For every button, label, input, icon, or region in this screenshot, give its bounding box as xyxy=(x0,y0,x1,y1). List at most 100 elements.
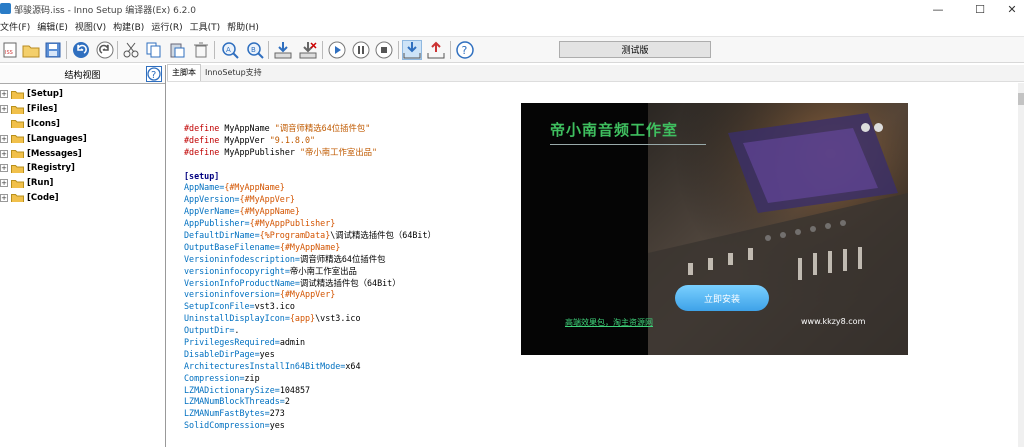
code-line: DisableDirPage=yes xyxy=(184,349,436,361)
directive-key: LZMANumBlockThreads= xyxy=(184,396,285,407)
directive-key: AppName= xyxy=(184,182,225,193)
structure-title: 结构视图 xyxy=(64,70,101,81)
folder-icon xyxy=(11,194,24,203)
stop-compile-icon[interactable] xyxy=(298,40,318,60)
download-icon[interactable] xyxy=(402,40,422,60)
preview-title: 帝小南音频工作室 xyxy=(550,121,679,139)
redo-icon[interactable] xyxy=(95,40,115,60)
define-keyword: #define xyxy=(184,134,220,145)
directive-key: LZMANumFastBytes= xyxy=(184,408,270,419)
title-bar: 邹骏源码.iss - Inno Setup 编译器(Ex) 6.2.0 — ☐ … xyxy=(0,0,1024,18)
directive-value: admin xyxy=(279,337,306,348)
menu-file[interactable]: 文件(F) xyxy=(0,20,34,33)
tree-item[interactable]: + [Code] xyxy=(0,191,165,206)
tree-item[interactable]: [Icons] xyxy=(0,117,165,132)
tree-item-label: [Icons] xyxy=(27,118,60,129)
expand-icon[interactable]: + xyxy=(0,179,8,188)
directive-constant: {app} xyxy=(289,313,316,324)
minimize-button[interactable]: — xyxy=(921,0,955,18)
stop-icon[interactable] xyxy=(374,40,394,60)
expand-icon[interactable]: + xyxy=(0,149,8,158)
test-version-button[interactable]: 测试版 xyxy=(559,41,711,58)
structure-panel: 结构视图 ? + [Setup] + [Files] [Icons] + [Language… xyxy=(0,65,166,447)
directive-value: 调试精选插件包（64Bit） xyxy=(299,277,401,288)
directive-value: . xyxy=(234,325,240,336)
menu-help[interactable]: 帮助(H) xyxy=(224,20,263,33)
tree-item[interactable]: + [Messages] xyxy=(0,146,165,161)
code-line: versioninfocopyright=帝小南工作室出品 xyxy=(184,266,436,278)
directive-value: 2 xyxy=(284,396,290,407)
save-icon[interactable] xyxy=(43,40,63,60)
directive-key: SetupIconFile= xyxy=(184,301,255,312)
preview-window-controls xyxy=(861,123,883,132)
code-line: LZMANumBlockThreads=2 xyxy=(184,396,436,408)
tree-item[interactable]: + [Languages] xyxy=(0,131,165,146)
directive-constant: {%ProgramData} xyxy=(259,230,331,241)
preview-site-url: www.kkzy8.com xyxy=(801,317,866,326)
help-icon[interactable]: ? xyxy=(146,66,162,85)
tab-innosetup-support[interactable]: InnoSetup支持 xyxy=(201,67,266,81)
close-button[interactable]: ✕ xyxy=(995,0,1024,18)
code-line: AppVerName={#MyAppName} xyxy=(184,206,436,218)
copy-icon[interactable] xyxy=(144,40,164,60)
compile-icon[interactable] xyxy=(273,40,293,60)
delete-icon[interactable] xyxy=(191,40,211,60)
define-value: "调音师精选64位插件包" xyxy=(274,123,371,133)
tab-main-script[interactable]: 主脚本 xyxy=(167,64,201,81)
expand-icon[interactable]: + xyxy=(0,134,8,143)
menu-build[interactable]: 构建(B) xyxy=(110,20,148,33)
directive-key: PrivilegesRequired= xyxy=(184,337,280,348)
pause-icon[interactable] xyxy=(351,40,371,60)
help-icon[interactable]: ? xyxy=(455,40,475,60)
vertical-scrollbar[interactable] xyxy=(1018,83,1024,447)
directive-key: AppPublisher= xyxy=(184,218,250,229)
directive-key: VersionInfoProductName= xyxy=(184,277,300,288)
folder-icon xyxy=(11,135,24,144)
menu-run[interactable]: 运行(R) xyxy=(148,20,186,33)
tree-item[interactable]: + [Run] xyxy=(0,176,165,191)
expand-icon[interactable]: + xyxy=(0,164,8,173)
preview-link[interactable]: 高端效果包，淘主资源网 xyxy=(565,317,653,328)
paste-icon[interactable] xyxy=(167,40,187,60)
tree-item[interactable]: + [Files] xyxy=(0,102,165,117)
cut-icon[interactable] xyxy=(121,40,141,60)
tree-item-label: [Files] xyxy=(27,104,58,115)
directive-value: \调试精选插件包（64Bit） xyxy=(330,230,436,241)
upload-icon[interactable] xyxy=(426,40,446,60)
replace-icon[interactable]: B xyxy=(245,40,265,60)
menu-view[interactable]: 视图(V) xyxy=(72,20,110,33)
expand-icon[interactable]: + xyxy=(0,105,8,114)
toolbar-separator xyxy=(398,41,399,59)
folder-icon xyxy=(11,90,24,99)
tree-item[interactable]: + [Setup] xyxy=(0,87,165,102)
code-line: VersionInfoProductName=调试精选插件包（64Bit） xyxy=(184,278,436,290)
open-folder-icon[interactable] xyxy=(21,40,41,60)
expand-icon[interactable]: + xyxy=(0,193,8,202)
code-line: LZMADictionarySize=104857 xyxy=(184,385,436,397)
directive-key: DefaultDirName= xyxy=(184,230,260,241)
directive-value: \vst3.ico xyxy=(315,313,361,324)
toolbar-separator xyxy=(268,41,269,59)
mixing-console-image xyxy=(648,103,908,355)
preview-divider xyxy=(550,144,706,145)
tree-item[interactable]: + [Registry] xyxy=(0,161,165,176)
define-value: "9.1.8.0" xyxy=(269,134,316,145)
menu-edit[interactable]: 编辑(E) xyxy=(34,20,72,33)
new-script-icon[interactable]: ISS xyxy=(0,40,20,60)
undo-icon[interactable] xyxy=(71,40,91,60)
run-icon[interactable] xyxy=(327,40,347,60)
app-icon xyxy=(0,3,11,14)
directive-key: ArchitecturesInstallIn64BitMode= xyxy=(184,360,346,371)
directive-constant: {#MyAppPublisher} xyxy=(249,218,336,229)
scrollbar-thumb[interactable] xyxy=(1018,93,1024,105)
tree-item-label: [Languages] xyxy=(27,133,87,144)
expand-icon[interactable]: + xyxy=(0,90,8,99)
menu-tools[interactable]: 工具(T) xyxy=(187,20,225,33)
maximize-button[interactable]: ☐ xyxy=(963,0,997,18)
folder-icon xyxy=(11,150,24,159)
define-name: MyAppName xyxy=(219,123,275,133)
directive-key: OutputDir= xyxy=(184,325,235,336)
install-now-button[interactable]: 立即安装 xyxy=(675,285,769,311)
find-icon[interactable]: A xyxy=(220,40,240,60)
